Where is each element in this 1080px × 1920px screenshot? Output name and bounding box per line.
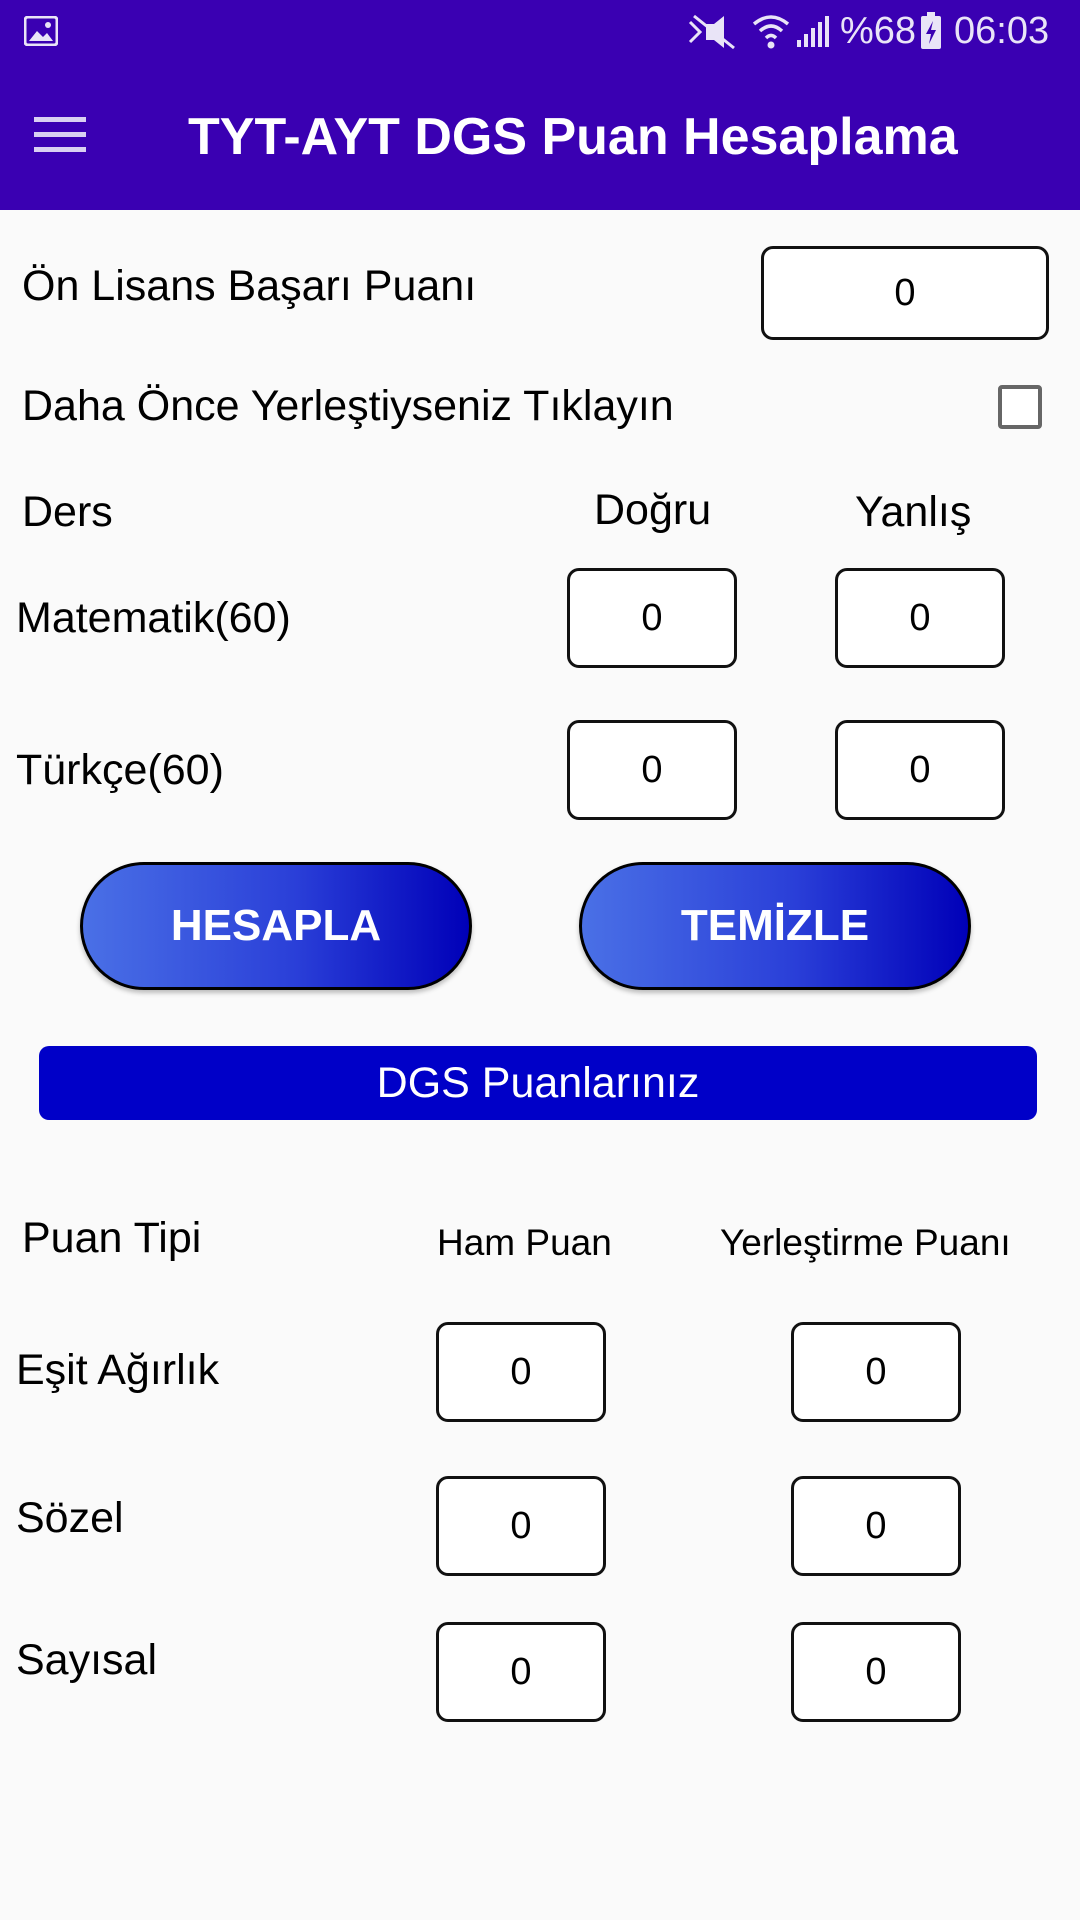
battery-percent: %68 — [840, 10, 917, 52]
on-lisans-field[interactable]: 0 — [761, 246, 1049, 340]
ders-header: Ders — [22, 488, 113, 536]
yerlesti-checkbox[interactable] — [998, 385, 1042, 429]
sayisal-yerlestirme-field: 0 — [791, 1622, 961, 1722]
yerlestirme-puani-header: Yerleştirme Puanı — [720, 1222, 1011, 1263]
battery-charging-icon — [921, 12, 941, 49]
matematik-yanlis-input[interactable]: 0 — [835, 568, 1005, 668]
temizle-button[interactable]: TEMİZLE — [579, 862, 971, 990]
mute-icon — [688, 14, 735, 50]
wifi-icon — [752, 15, 790, 49]
sozel-ham-field: 0 — [436, 1476, 606, 1576]
yerlesti-label: Daha Önce Yerleştiyseniz Tıklayın — [22, 382, 674, 430]
hamburger-menu-icon[interactable] — [34, 115, 86, 155]
ham-puan-header: Ham Puan — [437, 1222, 612, 1263]
page-title: TYT-AYT DGS Puan Hesaplama — [188, 108, 958, 166]
on-lisans-label: Ön Lisans Başarı Puanı — [22, 262, 477, 310]
puan-tipi-header: Puan Tipi — [22, 1214, 202, 1262]
results-banner: DGS Puanlarınız — [39, 1046, 1037, 1120]
sozel-yerlestirme-field: 0 — [791, 1476, 961, 1576]
gallery-icon — [24, 16, 58, 46]
turkce-dogru-input[interactable]: 0 — [567, 720, 737, 820]
sayisal-ham-field: 0 — [436, 1622, 606, 1722]
esit-agirlik-ham-field: 0 — [436, 1322, 606, 1422]
hesapla-button[interactable]: HESAPLA — [80, 862, 472, 990]
clock: 06:03 — [954, 10, 1050, 52]
signal-icon — [797, 16, 829, 47]
dogru-header: Doğru — [594, 486, 712, 534]
status-bar: %68 06:03 — [0, 0, 1080, 63]
puan-tipi-sayisal: Sayısal — [16, 1636, 158, 1684]
esit-agirlik-yerlestirme-field: 0 — [791, 1322, 961, 1422]
subject-label-matematik: Matematik(60) — [16, 594, 291, 642]
yanlis-header: Yanlış — [855, 488, 972, 536]
turkce-yanlis-input[interactable]: 0 — [835, 720, 1005, 820]
matematik-dogru-input[interactable]: 0 — [567, 568, 737, 668]
subject-label-turkce: Türkçe(60) — [16, 746, 224, 794]
puan-tipi-esit-agirlik: Eşit Ağırlık — [16, 1346, 220, 1394]
puan-tipi-sozel: Sözel — [16, 1494, 124, 1542]
app-bar: TYT-AYT DGS Puan Hesaplama — [0, 63, 1080, 210]
